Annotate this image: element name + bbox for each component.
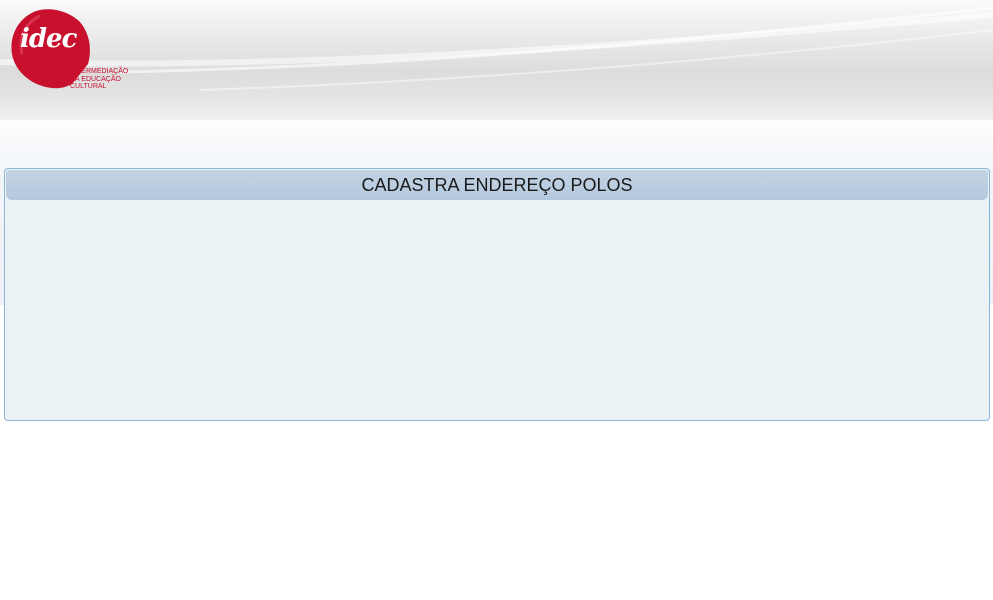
page-header: idec INTERMEDIAÇÃO DA EDUCAÇÃO CULTURAL	[0, 0, 993, 120]
idec-logo[interactable]: idec INTERMEDIAÇÃO DA EDUCAÇÃO CULTURAL	[6, 8, 136, 98]
logo-wordmark: idec	[20, 24, 77, 54]
panel-title: CADASTRA ENDEREÇO POLOS	[6, 170, 988, 200]
logo-tagline: INTERMEDIAÇÃO DA EDUCAÇÃO CULTURAL	[70, 68, 129, 90]
cadastro-panel: CADASTRA ENDEREÇO POLOS	[4, 168, 990, 421]
header-swoosh-decoration	[0, 6, 993, 91]
